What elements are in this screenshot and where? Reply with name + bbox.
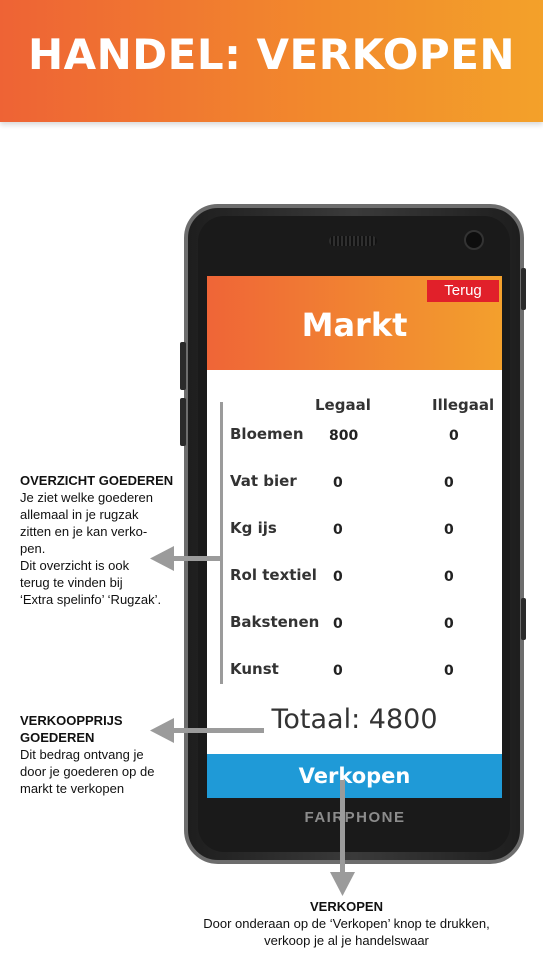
annotation-line: Dit bedrag ontvang je [20,747,144,762]
annotation-line: allemaal in je rugzak [20,507,139,522]
annotation-title: OVERZICHT GOEDEREN [20,473,174,488]
annotation-sell: VERKOPEN Door onderaan op de ‘Verkopen’ … [150,898,543,949]
annotation-title: VERKOOPPRIJS [20,713,123,728]
annotation-line: verkoop je al je handelswaar [264,933,429,948]
annotation-line: Dit overzicht is ook [20,558,130,573]
annotation-line: terug te vinden bij [20,575,123,590]
annotation-title: GOEDEREN [20,730,95,745]
annotation-price: VERKOOPPRIJS GOEDEREN Dit bedrag ontvang… [20,712,185,797]
annotation-line: zitten en je kan verko- [20,524,148,539]
arrow-sell-icon [330,780,355,896]
annotation-line: ‘Extra spelinfo’ ‘Rugzak’. [20,592,162,607]
annotation-line: Je ziet welke goederen [20,490,153,505]
annotation-line: door je goederen op de [20,764,155,779]
annotation-title: VERKOPEN [310,899,383,914]
annotation-line: Door onderaan op de ‘Verkopen’ knop te d… [203,916,490,931]
annotation-line: markt te verkopen [20,781,125,796]
annotation-line: pen. [20,541,46,556]
annotation-overview: OVERZICHT GOEDEREN Je ziet welke goedere… [20,472,185,608]
